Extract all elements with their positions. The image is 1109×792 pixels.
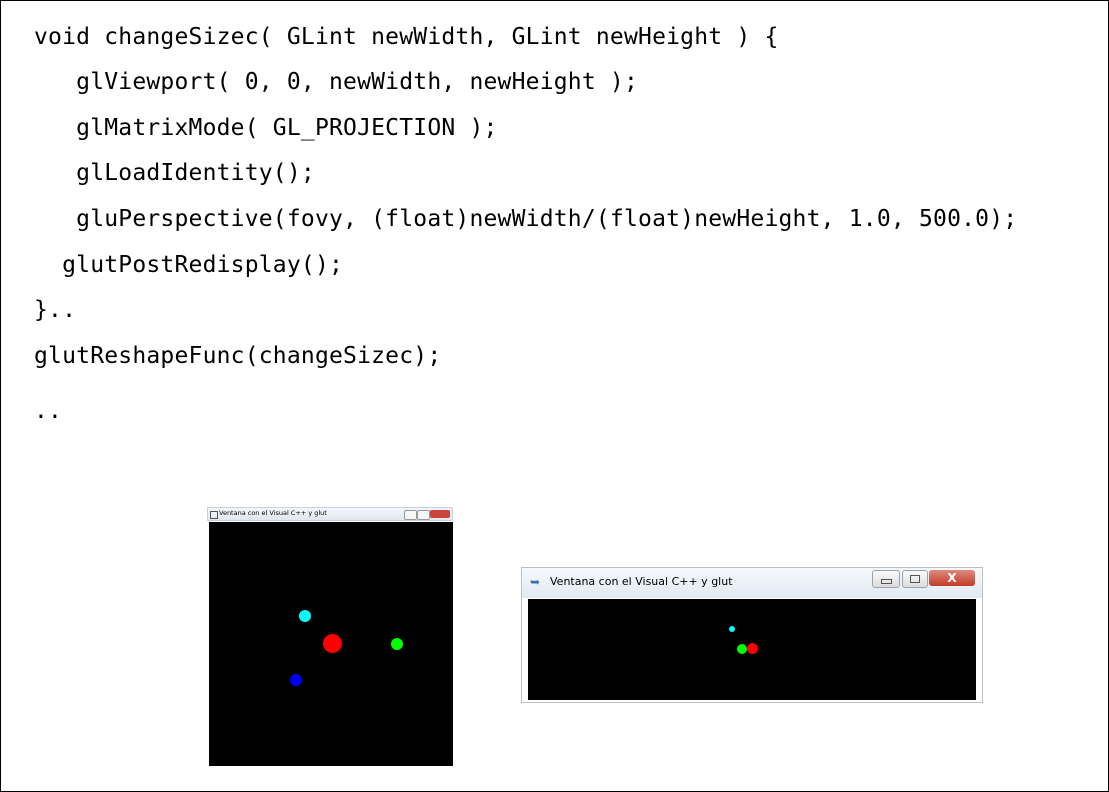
title-bar: Ventana con el Visual C++ y glut <box>207 507 453 521</box>
code-line-2: glViewport( 0, 0, newWidth, newHeight ); <box>34 69 639 95</box>
code-line-1: void changeSizec( GLint newWidth, GLint … <box>34 24 779 50</box>
glut-window-square: Ventana con el Visual C++ y glut <box>207 507 453 767</box>
code-line-8: glutReshapeFunc(changeSizec); <box>34 343 442 369</box>
code-line-5: gluPerspective(fovy, (float)newWidth/(fl… <box>34 206 1018 232</box>
minimize-button[interactable] <box>872 570 900 588</box>
code-line-6: glutPostRedisplay(); <box>34 252 344 278</box>
render-canvas <box>528 599 976 700</box>
close-button[interactable]: X <box>929 570 975 586</box>
green-point <box>737 644 747 654</box>
blue-point <box>290 674 302 686</box>
maximize-button[interactable] <box>902 570 928 588</box>
red-point <box>323 634 342 653</box>
code-line-4: glLoadIdentity(); <box>34 160 315 186</box>
code-line-9: .. <box>34 398 63 424</box>
window-title: Ventana con el Visual C++ y glut <box>550 575 733 588</box>
code-line-7: }.. <box>34 297 77 323</box>
red-point <box>747 643 758 654</box>
title-bar: ➥ Ventana con el Visual C++ y glut X <box>522 568 982 598</box>
close-button[interactable] <box>430 510 450 518</box>
cyan-point <box>299 610 311 622</box>
document-frame: void changeSizec( GLint newWidth, GLint … <box>0 0 1109 792</box>
render-canvas <box>209 522 453 766</box>
maximize-button[interactable] <box>417 510 430 520</box>
glut-window-wide: ➥ Ventana con el Visual C++ y glut X <box>521 567 983 703</box>
code-line-3: glMatrixMode( GL_PROJECTION ); <box>34 115 498 141</box>
cyan-point <box>729 626 735 632</box>
app-icon <box>210 511 218 519</box>
minimize-button[interactable] <box>404 510 417 520</box>
app-icon: ➥ <box>530 575 541 589</box>
window-title: Ventana con el Visual C++ y glut <box>219 509 327 517</box>
green-point <box>391 638 403 650</box>
